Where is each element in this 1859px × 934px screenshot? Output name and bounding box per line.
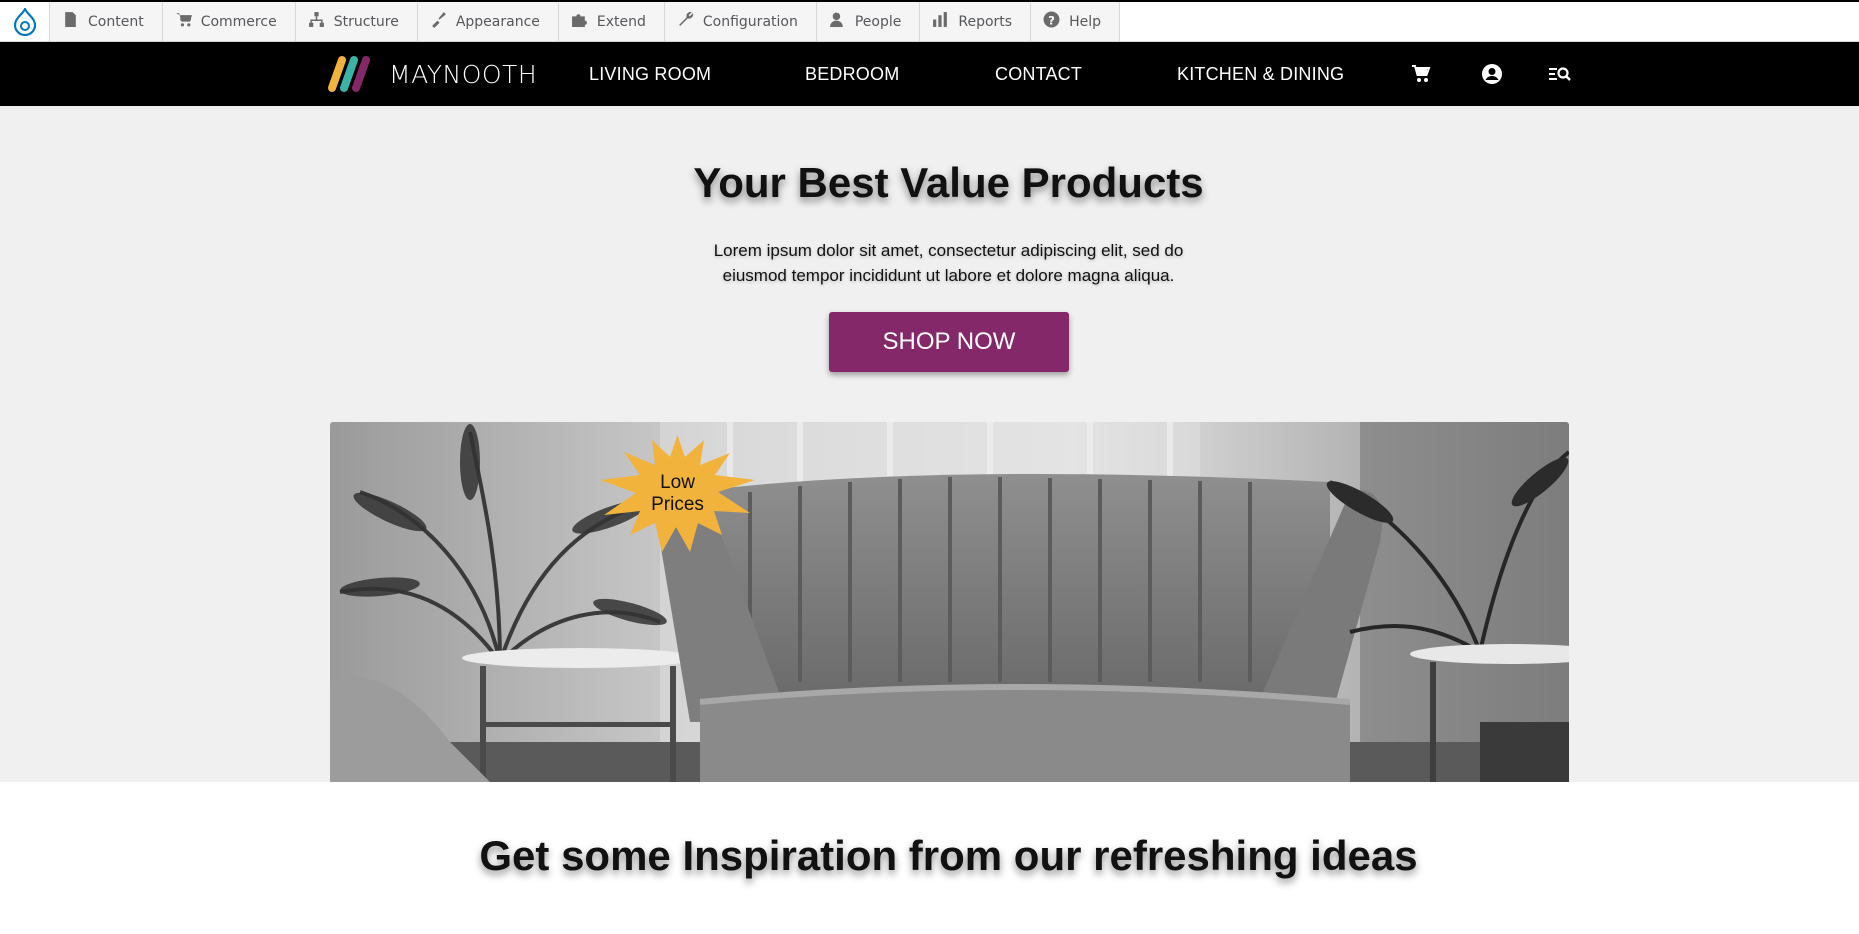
search-menu-icon[interactable] xyxy=(1548,62,1572,86)
toolbar-spacer xyxy=(1119,2,1859,41)
toolbar-label: People xyxy=(854,13,902,30)
toolbar-label: Help xyxy=(1069,13,1101,30)
inspiration-title: Get some Inspiration from our refreshing… xyxy=(479,832,1418,879)
cart-icon xyxy=(175,11,192,32)
low-prices-badge-text: Low Prices xyxy=(615,472,740,516)
bar-chart-icon xyxy=(932,11,949,32)
hero-title: Your Best Value Products xyxy=(693,159,1204,206)
toolbar-commerce[interactable]: Commerce xyxy=(162,2,296,41)
site-logo[interactable]: MAYNOOTH xyxy=(324,54,537,94)
paintbrush-icon xyxy=(430,11,447,32)
toolbar-structure[interactable]: Structure xyxy=(295,2,418,41)
toolbar-reports[interactable]: Reports xyxy=(920,2,1032,41)
toolbar-label: Commerce xyxy=(200,13,277,30)
wrench-icon xyxy=(677,11,694,32)
svg-text:?: ? xyxy=(1048,13,1055,27)
toolbar-label: Extend xyxy=(596,13,646,30)
cart-icon[interactable] xyxy=(1409,62,1433,86)
toolbar-label: Configuration xyxy=(702,13,798,30)
toolbar-label: Appearance xyxy=(455,13,540,30)
toolbar-label: Reports xyxy=(958,13,1013,30)
admin-toolbar: Content Commerce Structure Appearance Ex… xyxy=(0,0,1859,42)
hero-section: Your Best Value Products Lorem ipsum dol… xyxy=(0,106,1859,782)
toolbar-label: Content xyxy=(88,13,144,30)
nav-living-room[interactable]: LIVING ROOM xyxy=(589,64,711,85)
shop-now-button[interactable]: SHOP NOW xyxy=(829,312,1069,372)
hero-banner-image xyxy=(330,422,1569,782)
toolbar-content[interactable]: Content xyxy=(50,2,163,41)
puzzle-icon xyxy=(571,11,588,32)
toolbar-label: Structure xyxy=(333,13,399,30)
toolbar-extend[interactable]: Extend xyxy=(558,2,665,41)
sitemap-icon xyxy=(308,11,325,32)
help-icon: ? xyxy=(1043,11,1060,32)
drupal-logo-icon[interactable] xyxy=(0,2,50,41)
nav-kitchen-dining[interactable]: KITCHEN & DINING xyxy=(1177,64,1344,85)
site-header: MAYNOOTH LIVING ROOM BEDROOM CONTACT KIT… xyxy=(0,42,1859,106)
toolbar-people[interactable]: People xyxy=(816,2,921,41)
nav-bedroom[interactable]: BEDROOM xyxy=(805,64,899,85)
toolbar-help[interactable]: ? Help xyxy=(1031,2,1120,41)
toolbar-configuration[interactable]: Configuration xyxy=(664,2,817,41)
logo-text: MAYNOOTH xyxy=(389,59,538,89)
person-icon xyxy=(829,11,846,32)
maynooth-logo-icon xyxy=(324,54,379,94)
document-icon xyxy=(62,11,79,32)
badge-line-1: Low xyxy=(660,472,695,493)
toolbar-appearance[interactable]: Appearance xyxy=(417,2,559,41)
account-icon[interactable] xyxy=(1480,62,1504,86)
badge-line-2: Prices xyxy=(651,494,704,515)
nav-contact[interactable]: CONTACT xyxy=(995,64,1082,85)
hero-description: Lorem ipsum dolor sit amet, consectetur … xyxy=(713,241,1184,285)
